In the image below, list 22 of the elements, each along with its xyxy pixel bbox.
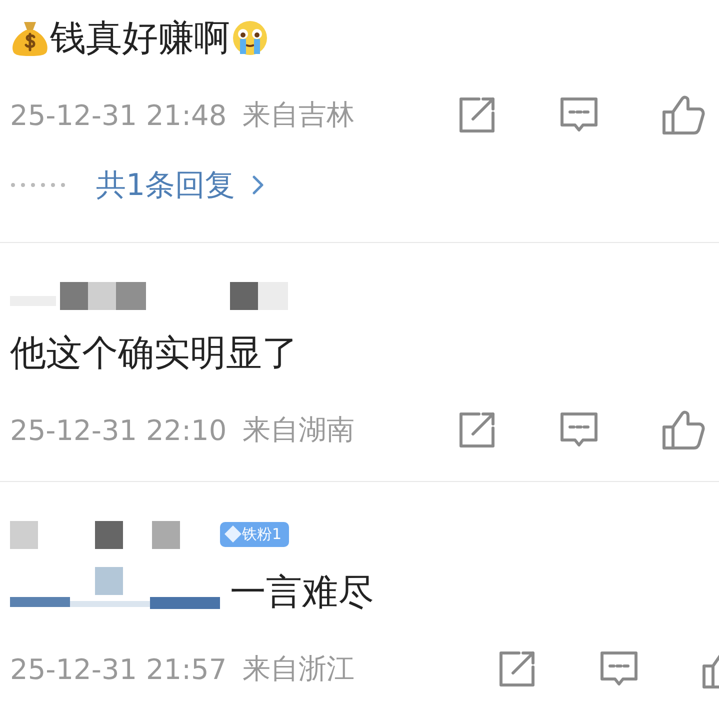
comment-time: 25-12-31 21:57 <box>10 652 227 686</box>
share-icon[interactable] <box>457 95 497 135</box>
comment-time: 25-12-31 21:48 <box>10 98 227 132</box>
like-icon[interactable] <box>661 94 705 136</box>
comment-location: 来自浙江 <box>242 651 356 687</box>
like-icon[interactable] <box>661 409 705 451</box>
replies-link[interactable]: 共1条回复 <box>96 164 236 206</box>
crying-face-icon <box>230 18 270 58</box>
share-icon[interactable] <box>457 410 497 450</box>
comment-text: 一言难尽 <box>230 570 374 614</box>
fan-badge: 铁粉1 <box>220 522 289 546</box>
chevron-icon[interactable] <box>251 173 266 197</box>
comment-time: 25-12-31 22:10 <box>10 414 227 446</box>
comment-icon[interactable] <box>599 650 639 688</box>
comment-text: 他这个确实明显了 <box>10 332 298 376</box>
dots-icon <box>10 182 66 188</box>
comment-location: 来自湖南 <box>242 412 356 448</box>
comment-icon[interactable] <box>559 96 599 134</box>
share-icon[interactable] <box>497 649 537 689</box>
comment-location: 来自吉林 <box>242 97 356 133</box>
comment-text: 钱真好赚啊 <box>50 16 230 60</box>
comment-icon[interactable] <box>559 411 599 449</box>
